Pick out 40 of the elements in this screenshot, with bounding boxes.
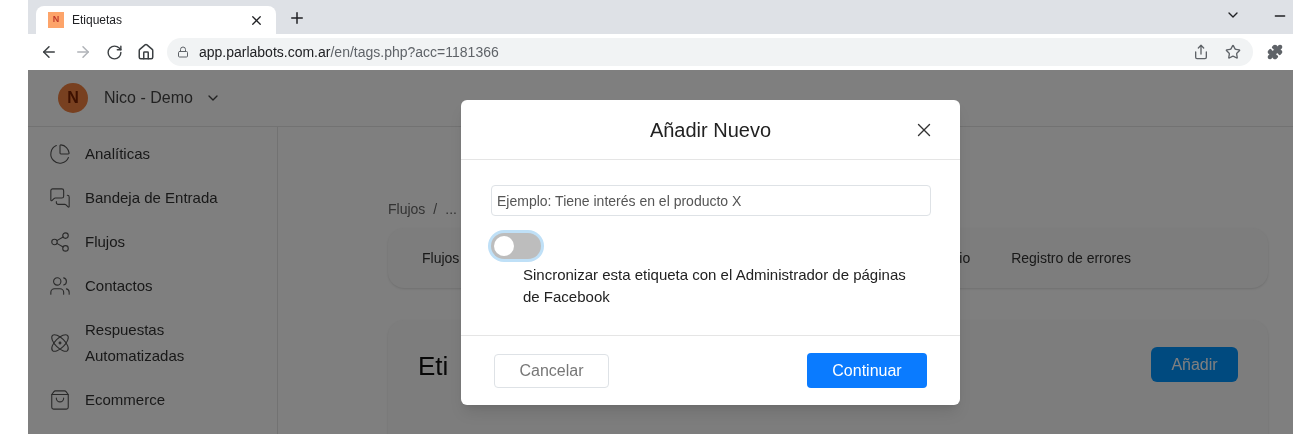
people-icon [49,275,71,297]
dialog-title: Añadir Nuevo [649,117,772,143]
address-bar[interactable]: app.parlabots.com.ar/en/tags.php?acc=1181366 [166,38,1253,66]
tab[interactable]: io [959,247,971,269]
sync-toggle[interactable] [491,233,541,259]
continue-button[interactable]: Continuar [807,353,927,388]
share-icon[interactable] [1193,44,1209,60]
sidebar-item[interactable]: Analíticas [85,141,225,167]
sidebar-item[interactable]: Bandeja de Entrada [85,185,225,211]
cancel-button[interactable]: Cancelar [494,353,609,388]
breadcrumb-item[interactable]: ... [445,199,457,220]
toggle-label: Sincronizar esta etiqueta con el Administrador de páginas de Facebook [523,265,907,307]
chat-bubbles-icon [49,187,71,209]
star-icon[interactable] [1225,44,1241,60]
back-icon[interactable] [40,43,58,61]
atom-icon [49,332,71,354]
shopping-bag-icon [49,389,71,411]
extensions-icon[interactable] [1267,44,1283,60]
home-icon[interactable] [136,43,155,61]
tag-name-input[interactable]: Ejemplo: Tiene interés en el producto X [491,185,931,216]
page-heading: Eti [418,350,449,383]
lock-icon [176,46,189,58]
sidebar-item[interactable]: Contactos [85,273,225,299]
sidebar-item[interactable]: Respuestas Automatizadas [85,317,225,369]
browser-tab[interactable]: N Etiquetas [36,6,276,34]
tab[interactable]: Flujos [422,247,460,269]
tab-title: Etiquetas [72,12,124,29]
reload-icon[interactable] [105,43,123,61]
sidebar-item[interactable]: Ecommerce [85,387,225,413]
nodes-icon [49,231,71,253]
url-text: app.parlabots.com.ar/en/tags.php?acc=1181366 [198,42,499,62]
add-button[interactable]: Añadir [1151,347,1238,382]
breadcrumb-link[interactable]: Flujos [388,199,426,220]
pie-chart-icon [49,143,71,165]
tab[interactable]: Registro de errores [1011,247,1131,269]
account-name[interactable]: Nico - Demo [104,86,193,110]
favicon: N [48,12,64,28]
new-tab-icon[interactable] [288,9,306,27]
breadcrumb-separator: / [433,200,438,219]
sidebar-item[interactable]: Flujos [85,229,225,255]
